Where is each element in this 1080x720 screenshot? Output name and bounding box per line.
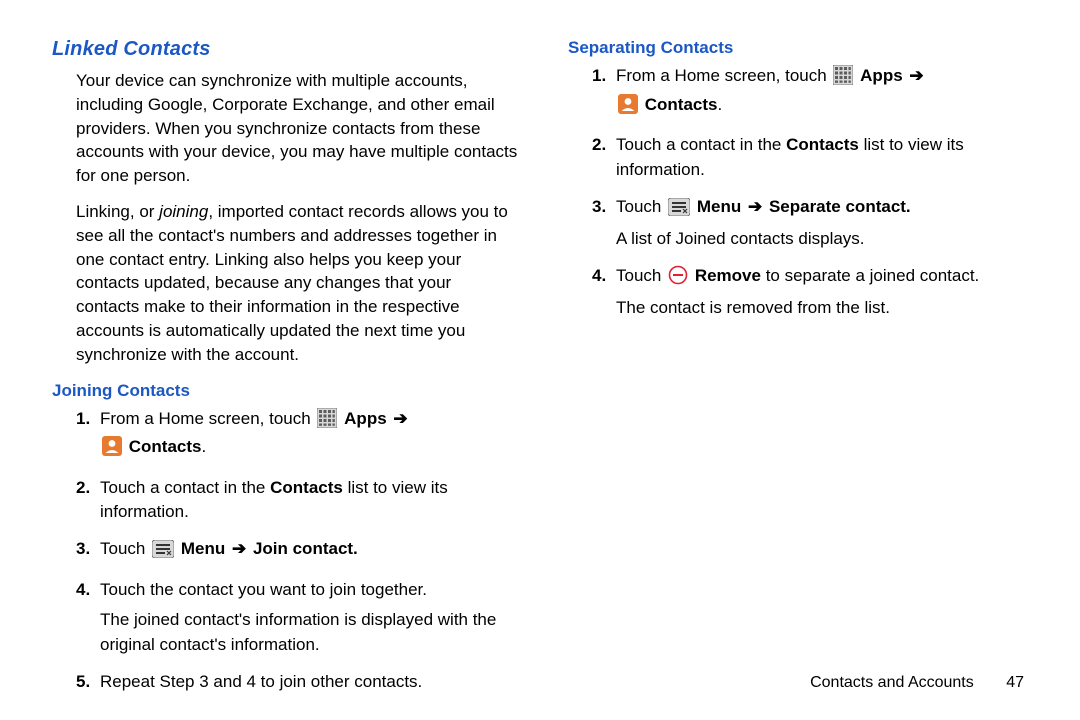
text: From a Home screen, touch [616, 66, 831, 85]
arrow-icon: ➔ [907, 66, 925, 85]
step-body: From a Home screen, touch Apps ➔ Contact… [100, 407, 518, 464]
text: From a Home screen, touch [100, 409, 315, 428]
step-4-note: The joined contact's information is disp… [100, 608, 518, 657]
step-number: 3. [76, 537, 100, 566]
step-body: Touch Remove to separate a joined contac… [616, 264, 1034, 321]
heading-linked-contacts: Linked Contacts [52, 38, 518, 61]
step-body: Touch Menu ➔ Join contact. [100, 537, 518, 566]
two-column-layout: Linked Contacts Your device can synchron… [52, 38, 1034, 706]
menu-icon [152, 540, 174, 566]
text: Touch [616, 266, 666, 285]
step-body: Touch the contact you want to join toget… [100, 578, 518, 658]
step-4: 4. Touch the contact you want to join to… [52, 578, 518, 658]
apps-label: Apps [860, 66, 903, 85]
arrow-icon: ➔ [230, 539, 248, 558]
contacts-icon [618, 94, 638, 122]
remove-circle-icon [668, 265, 688, 293]
text: . [717, 95, 722, 114]
page-number: 47 [1006, 674, 1024, 692]
text: to separate a joined contact. [761, 266, 979, 285]
page-footer: Contacts and Accounts 47 [810, 674, 1024, 692]
step-body: Touch a contact in the Contacts list to … [100, 476, 518, 525]
contacts-label: Contacts [645, 95, 718, 114]
step-number: 5. [76, 670, 100, 695]
text: Touch [100, 539, 150, 558]
arrow-icon: ➔ [391, 409, 409, 428]
text: Touch a contact in the [100, 478, 270, 497]
step-1: 1. From a Home screen, touch Apps ➔ Cont… [568, 64, 1034, 121]
apps-grid-icon [317, 408, 337, 436]
menu-label: Menu [697, 197, 741, 216]
step-3-note: A list of Joined contacts displays. [616, 227, 865, 252]
step-number: 1. [76, 407, 100, 464]
contacts-label: Contacts [129, 437, 202, 456]
menu-label: Menu [181, 539, 225, 558]
step-1: 1. From a Home screen, touch Apps ➔ Cont… [52, 407, 518, 464]
heading-joining-contacts: Joining Contacts [52, 381, 518, 401]
separate-contact-label: Separate contact. [769, 197, 911, 216]
step-number: 4. [76, 578, 100, 658]
step-number: 4. [592, 264, 616, 321]
step-3: 3. Touch Menu ➔ Join contact. [52, 537, 518, 566]
step-number: 2. [76, 476, 100, 525]
step-5: 5. Repeat Step 3 and 4 to join other con… [52, 670, 518, 695]
text: Touch a contact in the [616, 135, 786, 154]
text: . [201, 437, 206, 456]
remove-label: Remove [695, 266, 761, 285]
step-2: 2. Touch a contact in the Contacts list … [568, 133, 1034, 182]
step-2: 2. Touch a contact in the Contacts list … [52, 476, 518, 525]
contacts-bold: Contacts [786, 135, 859, 154]
heading-separating-contacts: Separating Contacts [568, 38, 1034, 58]
step-4-note: The contact is removed from the list. [616, 296, 890, 321]
step-3: 3. Touch Menu ➔ Separate contact. A list… [568, 195, 1034, 252]
apps-label: Apps [344, 409, 387, 428]
menu-icon [668, 198, 690, 224]
step-body: Repeat Step 3 and 4 to join other contac… [100, 670, 518, 695]
step-number: 2. [592, 133, 616, 182]
apps-grid-icon [833, 65, 853, 93]
join-contact-label: Join contact. [253, 539, 358, 558]
manual-page: Linked Contacts Your device can synchron… [0, 0, 1080, 720]
left-column: Linked Contacts Your device can synchron… [52, 38, 518, 706]
step-number: 1. [592, 64, 616, 121]
right-column: Separating Contacts 1. From a Home scree… [568, 38, 1034, 706]
step-body: From a Home screen, touch Apps ➔ Contact… [616, 64, 1034, 121]
text: , imported contact records allows you to… [76, 202, 508, 364]
arrow-icon: ➔ [746, 197, 764, 216]
text: Touch [616, 197, 666, 216]
joining-steps-list: 1. From a Home screen, touch Apps ➔ Cont… [52, 407, 518, 695]
step-number: 3. [592, 195, 616, 252]
joining-emphasis: joining [159, 202, 208, 221]
step-body: Touch a contact in the Contacts list to … [616, 133, 1034, 182]
text: Linking, or [76, 202, 159, 221]
contacts-icon [102, 436, 122, 464]
intro-paragraph-2: Linking, or joining, imported contact re… [76, 200, 518, 367]
section-title: Contacts and Accounts [810, 674, 974, 691]
intro-paragraph-1: Your device can synchronize with multipl… [76, 69, 518, 188]
step-body: Touch Menu ➔ Separate contact. A list of… [616, 195, 1034, 252]
text: Touch the contact you want to join toget… [100, 580, 427, 599]
step-4: 4. Touch Remove to separate a joined con… [568, 264, 1034, 321]
separating-steps-list: 1. From a Home screen, touch Apps ➔ Cont… [568, 64, 1034, 321]
contacts-bold: Contacts [270, 478, 343, 497]
